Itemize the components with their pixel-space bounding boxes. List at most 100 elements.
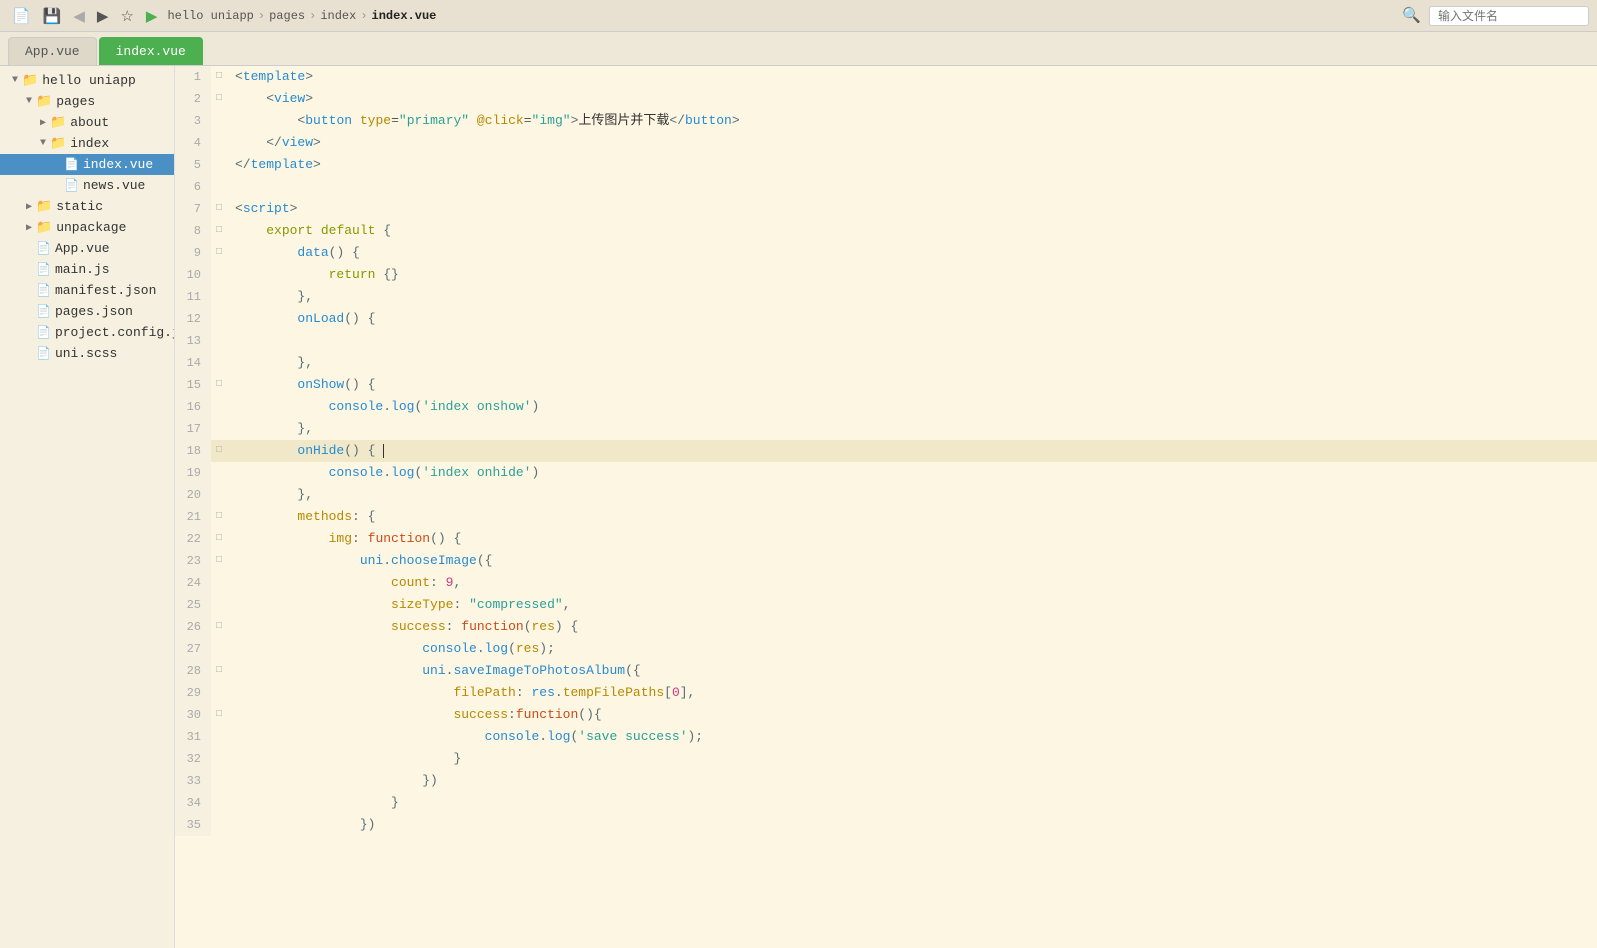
line-number-21: 21 [175,506,211,528]
tree-label-manifest: manifest.json [55,283,156,298]
code-line-33: 33 }) [175,770,1597,792]
tree-label-app-vue: App.vue [55,241,110,256]
code-content-25: sizeType: "compressed", [227,594,571,616]
tree-static[interactable]: 📁 static [0,196,174,217]
fold-15[interactable]: □ [211,374,227,396]
search-area: 🔍 [1398,4,1589,27]
tree-hello-uniapp[interactable]: 📁 hello uniapp [0,70,174,91]
code-content-11: }, [227,286,313,308]
code-line-12: 12 onLoad() { [175,308,1597,330]
line-number-6: 6 [175,176,211,198]
save-btn[interactable]: 💾 [39,5,66,27]
fold-23[interactable]: □ [211,550,227,572]
code-content-3: <button type="primary" @click="img">上传图片… [227,110,740,132]
breadcrumb-root: hello uniapp [167,9,253,23]
fold-26[interactable]: □ [211,616,227,638]
tree-label-unpackage: unpackage [56,220,126,235]
code-line-32: 32 } [175,748,1597,770]
tree-unpackage[interactable]: 📁 unpackage [0,217,174,238]
tree-arrow-about [36,117,50,129]
code-content-23: uni.chooseImage({ [227,550,492,572]
code-line-14: 14 }, [175,352,1597,374]
line-number-22: 22 [175,528,211,550]
line-number-3: 3 [175,110,211,132]
file-icon-main-js: 📄 [36,262,51,277]
code-content-7: <script> [227,198,297,220]
line-number-26: 26 [175,616,211,638]
tree-news-vue[interactable]: 📄 news.vue [0,175,174,196]
tree-app-vue[interactable]: 📄 App.vue [0,238,174,259]
code-content-9: data() { [227,242,360,264]
tab-app-vue-label: App.vue [25,44,80,59]
tree-manifest-json[interactable]: 📄 manifest.json [0,280,174,301]
code-content-22: img: function() { [227,528,461,550]
star-btn[interactable]: ☆ [116,5,137,27]
code-line-28: 28 □ uni.saveImageToPhotosAlbum({ [175,660,1597,682]
tree-arrow-hello [8,75,22,86]
line-number-32: 32 [175,748,211,770]
fold-2[interactable]: □ [211,88,227,110]
tree-main-js[interactable]: 📄 main.js [0,259,174,280]
code-content-26: success: function(res) { [227,616,578,638]
line-number-29: 29 [175,682,211,704]
line-number-34: 34 [175,792,211,814]
code-line-18: 18 □ onHide() { [175,440,1597,462]
tree-project-config[interactable]: 📄 project.config.json [0,322,174,343]
tree-about[interactable]: 📁 about [0,112,174,133]
code-content-19: console.log('index onhide') [227,462,539,484]
search-icon[interactable]: 🔍 [1398,4,1425,27]
line-number-5: 5 [175,154,211,176]
line-number-4: 4 [175,132,211,154]
fold-22[interactable]: □ [211,528,227,550]
tree-index-vue[interactable]: 📄 index.vue [0,154,174,175]
fold-20 [211,484,227,506]
tree-index[interactable]: 📁 index [0,133,174,154]
code-line-4: 4 </view> [175,132,1597,154]
line-number-16: 16 [175,396,211,418]
tab-app-vue[interactable]: App.vue [8,37,97,65]
line-number-17: 17 [175,418,211,440]
fold-30[interactable]: □ [211,704,227,726]
fold-7[interactable]: □ [211,198,227,220]
code-line-24: 24 count: 9, [175,572,1597,594]
back-btn[interactable]: ◀ [69,5,89,27]
line-number-12: 12 [175,308,211,330]
fold-8[interactable]: □ [211,220,227,242]
fold-21[interactable]: □ [211,506,227,528]
code-editor[interactable]: 1 □ <template> 2 □ <view> 3 <button type… [175,66,1597,948]
fold-34 [211,792,227,814]
tree-uni-css[interactable]: 📄 uni.scss [0,343,174,364]
code-line-20: 20 }, [175,484,1597,506]
fold-31 [211,726,227,748]
code-content-28: uni.saveImageToPhotosAlbum({ [227,660,641,682]
fold-28[interactable]: □ [211,660,227,682]
code-line-15: 15 □ onShow() { [175,374,1597,396]
file-icon-btn[interactable]: 📄 [8,5,35,27]
tab-index-vue-label: index.vue [116,44,186,59]
line-number-2: 2 [175,88,211,110]
folder-icon-hello: 📁 [22,73,38,88]
file-tree-sidebar: 📁 hello uniapp 📁 pages 📁 about 📁 index 📄… [0,66,175,948]
tree-pages[interactable]: 📁 pages [0,91,174,112]
code-content-27: console.log(res); [227,638,555,660]
forward-btn[interactable]: ▶ [93,5,113,27]
fold-6 [211,176,227,198]
fold-18[interactable]: □ [211,440,227,462]
code-content-5: </template> [227,154,321,176]
file-icon-news-vue: 📄 [64,178,79,193]
file-search-input[interactable] [1429,6,1589,26]
fold-32 [211,748,227,770]
code-line-17: 17 }, [175,418,1597,440]
code-content-33: }) [227,770,438,792]
line-number-23: 23 [175,550,211,572]
code-content-10: return {} [227,264,399,286]
fold-19 [211,462,227,484]
fold-25 [211,594,227,616]
fold-1[interactable]: □ [211,66,227,88]
run-btn[interactable]: ▶ [142,5,162,27]
fold-27 [211,638,227,660]
tab-index-vue[interactable]: index.vue [99,37,203,65]
fold-9[interactable]: □ [211,242,227,264]
line-number-19: 19 [175,462,211,484]
tree-pages-json[interactable]: 📄 pages.json [0,301,174,322]
